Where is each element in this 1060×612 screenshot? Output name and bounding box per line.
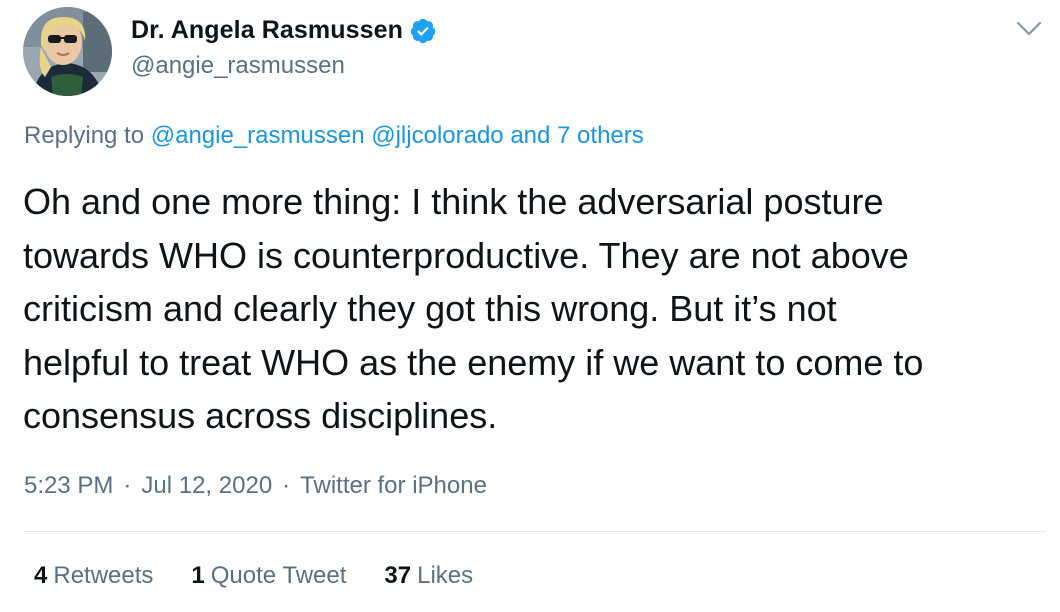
avatar-image xyxy=(23,7,112,96)
likes-label: Likes xyxy=(417,562,474,589)
engagement-stats: 4 Retweets 1 Quote Tweet 37 Likes xyxy=(34,562,511,590)
tweet-text: Oh and one more thing: I think the adver… xyxy=(23,181,924,436)
replying-to-label: Replying to xyxy=(24,122,145,149)
author-handle[interactable]: @angie_rasmussen xyxy=(131,52,345,80)
meta-separator: · xyxy=(282,472,291,499)
quote-tweets-count: 1 xyxy=(191,562,205,589)
chevron-down-icon[interactable] xyxy=(1016,20,1042,38)
likes-stat[interactable]: 37 Likes xyxy=(384,562,473,590)
author-display-name[interactable]: Dr. Angela Rasmussen xyxy=(131,16,403,45)
tweet-meta: 5:23 PM · Jul 12, 2020 · Twitter for iPhone xyxy=(24,472,487,500)
likes-count: 37 xyxy=(384,562,412,589)
divider xyxy=(24,531,1046,532)
retweets-count: 4 xyxy=(34,562,48,589)
verified-badge-icon xyxy=(409,17,437,45)
avatar[interactable] xyxy=(23,7,112,96)
author-name-row[interactable]: Dr. Angela Rasmussen xyxy=(131,16,437,45)
reply-others-link[interactable]: and 7 others xyxy=(510,122,643,149)
replying-to-line: Replying to @angie_rasmussen @jljcolorad… xyxy=(24,122,644,150)
retweets-stat[interactable]: 4 Retweets xyxy=(34,562,153,590)
meta-separator: · xyxy=(123,472,132,499)
quote-tweets-stat[interactable]: 1 Quote Tweet xyxy=(191,562,346,590)
tweet-detail: Dr. Angela Rasmussen @angie_rasmussen Re… xyxy=(0,0,1060,612)
retweets-label: Retweets xyxy=(53,562,154,589)
tweet-time[interactable]: 5:23 PM xyxy=(24,472,113,500)
quote-tweets-label: Quote Tweet xyxy=(210,562,347,589)
tweet-source-link[interactable]: Twitter for iPhone xyxy=(300,472,487,500)
tweet-date[interactable]: Jul 12, 2020 xyxy=(141,472,272,500)
reply-mention-angie[interactable]: @angie_rasmussen xyxy=(151,122,365,149)
reply-mention-jljcolorado[interactable]: @jljcolorado xyxy=(371,122,503,149)
